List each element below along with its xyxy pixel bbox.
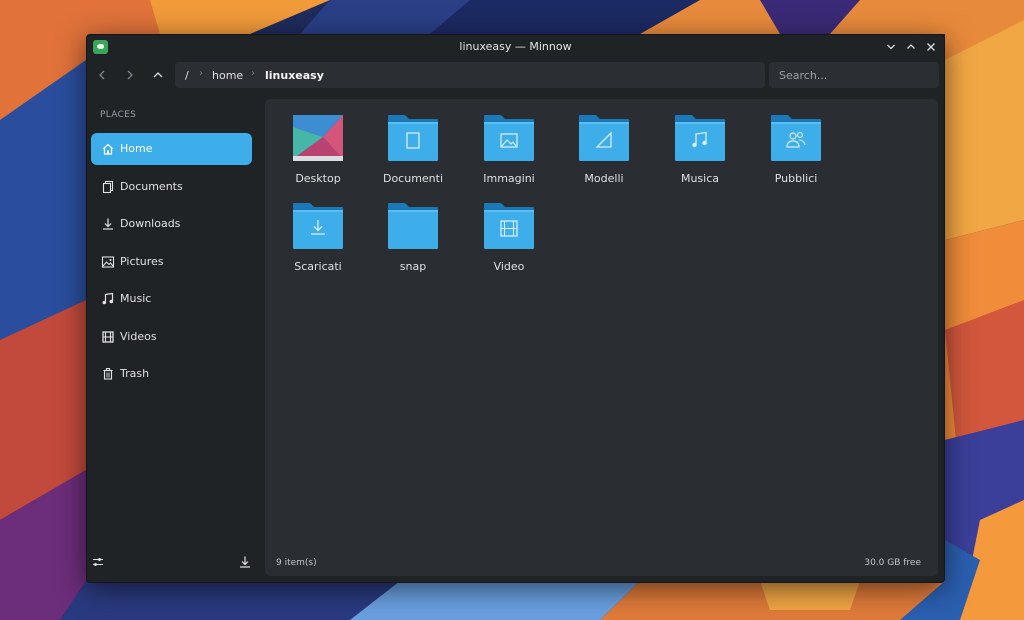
sidebar-item-pictures[interactable]: Pictures [91, 246, 252, 278]
file-name: Pubblici [774, 172, 818, 185]
breadcrumb-root[interactable]: / [185, 69, 189, 82]
folder-pictures-icon [484, 115, 534, 161]
breadcrumb[interactable]: / › home › linuxeasy [175, 62, 765, 88]
folder-public-icon [771, 115, 821, 161]
close-button[interactable] [923, 38, 939, 56]
sidebar: PLACES Home Documents Downloads Pictures… [87, 95, 262, 582]
sidebar-item-label: Music [120, 292, 152, 305]
chevron-down-icon [887, 44, 895, 50]
sidebar-item-home[interactable]: Home [91, 133, 252, 165]
sidebar-item-label: Documents [120, 180, 183, 193]
close-icon [927, 43, 935, 51]
places-heading: PLACES [100, 110, 137, 120]
sidebar-item-videos[interactable]: Videos [91, 321, 252, 353]
file-item-snap[interactable]: snap [368, 190, 458, 273]
folder-videos-icon [484, 203, 534, 249]
chevron-up-icon [907, 44, 915, 49]
free-space: 30.0 GB free [864, 558, 921, 568]
file-item-pubblici[interactable]: Pubblici [751, 102, 841, 185]
sidebar-item-label: Videos [120, 330, 157, 343]
file-item-desktop[interactable]: Desktop [273, 102, 363, 185]
breadcrumb-separator-icon: › [251, 68, 255, 79]
file-name: Immagini [483, 172, 535, 185]
forward-button[interactable] [120, 65, 140, 85]
chevron-left-icon [99, 70, 105, 80]
maximize-button[interactable] [903, 38, 919, 56]
file-item-musica[interactable]: Musica [655, 102, 745, 185]
settings-sliders-icon[interactable] [91, 555, 105, 569]
file-item-video[interactable]: Video [464, 190, 554, 273]
breadcrumb-separator-icon: › [199, 68, 203, 79]
file-view: Desktop Documenti Immagini Modelli Music… [265, 99, 938, 576]
document-icon [102, 180, 114, 194]
trash-icon [103, 368, 113, 380]
chevron-up-icon [153, 72, 163, 78]
sidebar-item-label: Pictures [120, 255, 164, 268]
file-name: snap [399, 260, 427, 273]
film-icon [102, 331, 114, 343]
file-name: Scaricati [294, 260, 342, 273]
minimize-button[interactable] [883, 38, 899, 56]
file-name: Modelli [584, 172, 624, 185]
sidebar-item-documents[interactable]: Documents [91, 171, 252, 203]
file-item-documenti[interactable]: Documenti [368, 102, 458, 185]
file-manager-window: linuxeasy — Minnow / › home › linuxeasy [86, 34, 945, 583]
folder-documents-icon [388, 115, 438, 161]
file-name: Documenti [382, 172, 444, 185]
folder-templates-icon [579, 115, 629, 161]
breadcrumb-home[interactable]: home [212, 69, 243, 82]
download-icon[interactable] [238, 555, 252, 569]
folder-music-icon [675, 115, 725, 161]
up-button[interactable] [148, 65, 168, 85]
sidebar-item-downloads[interactable]: Downloads [91, 208, 252, 240]
desktop-thumbnail [293, 115, 343, 161]
file-item-immagini[interactable]: Immagini [464, 102, 554, 185]
sidebar-item-trash[interactable]: Trash [91, 358, 252, 390]
chevron-right-icon [127, 70, 133, 80]
file-name: Musica [680, 172, 720, 185]
window-title: linuxeasy — Minnow [459, 40, 572, 53]
download-icon [103, 218, 113, 230]
file-name: Desktop [295, 172, 341, 185]
folder-download-icon [293, 203, 343, 249]
file-item-scaricati[interactable]: Scaricati [273, 190, 363, 273]
sidebar-item-label: Downloads [120, 217, 181, 230]
sidebar-item-label: Home [120, 142, 153, 155]
music-note-icon [102, 292, 114, 305]
back-button[interactable] [92, 65, 112, 85]
file-name: Video [493, 260, 525, 273]
sidebar-item-music[interactable]: Music [91, 283, 252, 315]
item-count: 9 item(s) [276, 558, 317, 568]
home-icon [102, 143, 114, 155]
picture-icon [101, 256, 115, 268]
sidebar-item-label: Trash [120, 367, 150, 380]
toolbar: / › home › linuxeasy [87, 61, 944, 89]
search-input[interactable] [769, 62, 939, 88]
folder-icon [388, 203, 438, 249]
file-item-modelli[interactable]: Modelli [559, 102, 649, 185]
title-bar[interactable]: linuxeasy — Minnow [87, 35, 944, 59]
breadcrumb-current[interactable]: linuxeasy [265, 69, 324, 82]
